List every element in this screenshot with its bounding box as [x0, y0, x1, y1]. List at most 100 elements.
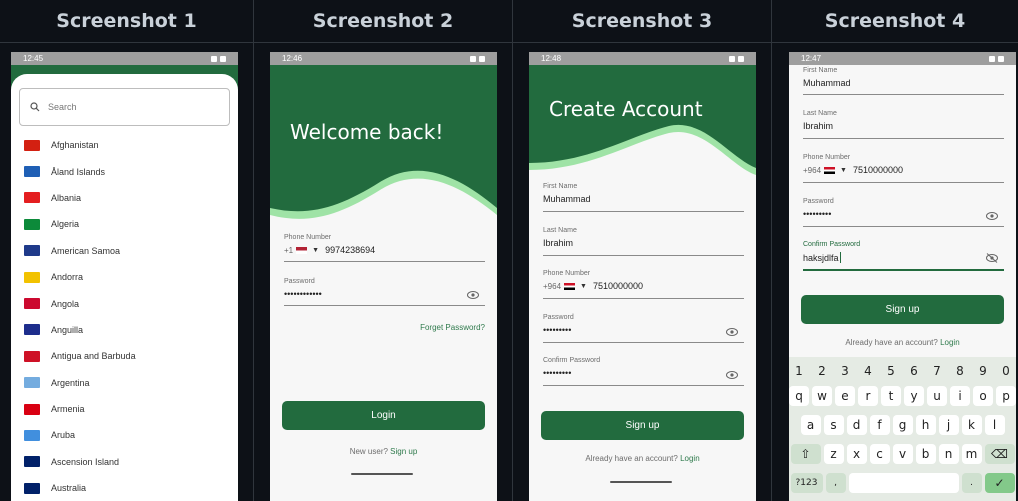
key-n[interactable]: n [938, 444, 959, 464]
password-field[interactable]: Password •••••••••••• [284, 278, 485, 306]
key-m[interactable]: m [961, 444, 982, 464]
eye-icon[interactable] [726, 371, 738, 379]
signup-link[interactable]: Sign up [390, 447, 417, 456]
battery-icon [998, 55, 1004, 62]
country-list-item[interactable]: Aruba [11, 422, 238, 448]
dropdown-arrow-icon[interactable]: ▼ [840, 167, 847, 174]
key-q[interactable]: q [789, 386, 809, 406]
wifi-icon [211, 55, 217, 62]
country-list-item[interactable]: Afghanistan [11, 132, 238, 158]
country-search-input[interactable]: Search [19, 88, 230, 126]
key-r[interactable]: r [858, 386, 878, 406]
country-list-item[interactable]: Algeria [11, 211, 238, 237]
key-j[interactable]: j [938, 415, 959, 435]
key-w[interactable]: w [812, 386, 832, 406]
key-8[interactable]: 8 [950, 361, 970, 381]
key-t[interactable]: t [881, 386, 901, 406]
key-i[interactable]: i [950, 386, 970, 406]
password-value: •••••••••••• [284, 289, 322, 299]
signup-button[interactable]: Sign up [541, 411, 744, 440]
key-o[interactable]: o [973, 386, 993, 406]
key-9[interactable]: 9 [973, 361, 993, 381]
column-title: Screenshot 3 [513, 0, 771, 43]
last-name-field[interactable]: Last Name Ibrahim [543, 227, 744, 256]
key-d[interactable]: d [846, 415, 867, 435]
enter-key-check-icon[interactable]: ✓ [984, 473, 1015, 493]
phone-field[interactable]: Phone Number +964 ▼ 7510000000 [543, 270, 744, 299]
country-name: Aruba [51, 430, 76, 441]
country-list-item[interactable]: American Samoa [11, 238, 238, 264]
phone-field[interactable]: Phone Number +964 ▼ 7510000000 [803, 154, 1004, 183]
key-1[interactable]: 1 [789, 361, 809, 381]
phone-value: 7510000000 [852, 165, 904, 175]
eye-off-icon[interactable] [986, 253, 998, 263]
key-c[interactable]: c [869, 444, 890, 464]
key-s[interactable]: s [823, 415, 844, 435]
status-bar: 12:48 [529, 52, 756, 65]
key-l[interactable]: l [984, 415, 1005, 435]
key-p[interactable]: p [996, 386, 1016, 406]
country-code: +1 [284, 245, 294, 255]
confirm-password-field[interactable]: Confirm Password haksjdlfa [803, 241, 1004, 271]
password-field[interactable]: Password ••••••••• [803, 198, 1004, 227]
confirm-password-field[interactable]: Confirm Password ••••••••• [543, 357, 744, 386]
country-list-item[interactable]: Argentina [11, 370, 238, 396]
country-name: American Samoa [51, 245, 121, 256]
key-k[interactable]: k [961, 415, 982, 435]
comma-key[interactable]: , [825, 473, 846, 493]
country-list-item[interactable]: Armenia [11, 396, 238, 422]
key-3[interactable]: 3 [835, 361, 855, 381]
space-bar[interactable] [848, 473, 959, 493]
country-list-item[interactable]: Ascension Island [11, 449, 238, 475]
period-key[interactable]: . [961, 473, 982, 493]
first-name-field[interactable]: First Name Muhammad [543, 183, 744, 212]
country-list-item[interactable]: Australia [11, 475, 238, 501]
country-list-item[interactable]: Angola [11, 290, 238, 316]
dropdown-arrow-icon[interactable]: ▼ [312, 247, 319, 254]
key-7[interactable]: 7 [927, 361, 947, 381]
key-b[interactable]: b [915, 444, 936, 464]
eye-icon[interactable] [986, 212, 998, 220]
country-list-item[interactable]: Antigua and Barbuda [11, 343, 238, 369]
signup-button[interactable]: Sign up [801, 295, 1004, 324]
key-4[interactable]: 4 [858, 361, 878, 381]
flag-icon [24, 350, 40, 362]
key-x[interactable]: x [846, 444, 867, 464]
phone-field[interactable]: Phone Number +1 ▼ 9974238694 [284, 234, 485, 262]
key-u[interactable]: u [927, 386, 947, 406]
country-list-item[interactable]: Andorra [11, 264, 238, 290]
last-name-field[interactable]: Last Name Ibrahim [803, 110, 1004, 139]
key-z[interactable]: z [823, 444, 844, 464]
key-2[interactable]: 2 [812, 361, 832, 381]
phone-label: Phone Number [543, 270, 591, 277]
key-v[interactable]: v [892, 444, 913, 464]
login-button[interactable]: Login [282, 401, 485, 430]
country-name: Algeria [51, 219, 80, 230]
first-name-field[interactable]: First Name Muhammad [803, 67, 1004, 95]
login-link[interactable]: Login [680, 454, 700, 463]
password-field[interactable]: Password ••••••••• [543, 314, 744, 343]
country-list-item[interactable]: Anguilla [11, 317, 238, 343]
wave-header [270, 65, 497, 219]
key-f[interactable]: f [869, 415, 890, 435]
key-a[interactable]: a [800, 415, 821, 435]
shift-key-icon[interactable]: ⇧ [790, 444, 821, 464]
key-g[interactable]: g [892, 415, 913, 435]
key-5[interactable]: 5 [881, 361, 901, 381]
key-y[interactable]: y [904, 386, 924, 406]
country-list-item[interactable]: Albania [11, 185, 238, 211]
eye-icon[interactable] [467, 291, 479, 299]
key-6[interactable]: 6 [904, 361, 924, 381]
key-0[interactable]: 0 [996, 361, 1016, 381]
login-link[interactable]: Login [940, 338, 960, 347]
phone-screen-login: 12:46 Welcome back! Phone Number +1 ▼ 99… [270, 52, 497, 501]
backspace-key-icon[interactable]: ⌫ [984, 444, 1015, 464]
key-h[interactable]: h [915, 415, 936, 435]
key-e[interactable]: e [835, 386, 855, 406]
country-list-item[interactable]: Åland Islands [11, 158, 238, 184]
symbols-key[interactable]: ?123 [790, 473, 823, 493]
forgot-password-link[interactable]: Forget Password? [420, 323, 485, 332]
country-name: Armenia [51, 404, 85, 415]
eye-icon[interactable] [726, 328, 738, 336]
dropdown-arrow-icon[interactable]: ▼ [580, 283, 587, 290]
